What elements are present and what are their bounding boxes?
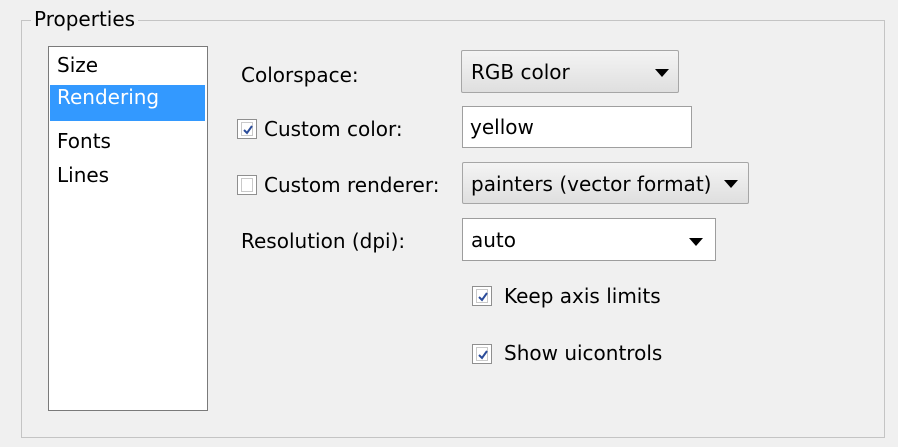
chevron-down-icon — [724, 180, 738, 188]
checkmark-icon — [476, 347, 488, 361]
custom-renderer-value: painters (vector format) — [471, 172, 712, 196]
show-uicontrols-label[interactable]: Show uicontrols — [504, 341, 662, 365]
list-item-lines[interactable]: Lines — [50, 163, 205, 199]
checkmark-icon — [241, 122, 253, 136]
custom-color-label[interactable]: Custom color: — [264, 117, 403, 141]
resolution-dropdown[interactable]: auto — [462, 218, 716, 261]
custom-color-field[interactable]: yellow — [462, 106, 692, 148]
resolution-value: auto — [471, 228, 517, 252]
colorspace-dropdown[interactable]: RGB color — [461, 50, 679, 93]
custom-renderer-dropdown[interactable]: painters (vector format) — [462, 162, 749, 204]
keep-axis-limits-label[interactable]: Keep axis limits — [504, 284, 661, 308]
resolution-label: Resolution (dpi): — [241, 229, 406, 253]
list-item-fonts[interactable]: Fonts — [50, 129, 205, 165]
chevron-down-icon — [689, 238, 703, 246]
keep-axis-limits-checkbox[interactable] — [472, 286, 492, 306]
checkbox-box-icon — [241, 178, 253, 192]
custom-color-value: yellow — [470, 115, 534, 139]
colorspace-value: RGB color — [471, 60, 570, 84]
group-title: Properties — [31, 7, 139, 31]
list-item-rendering[interactable]: Rendering — [50, 85, 205, 121]
custom-renderer-checkbox[interactable] — [237, 175, 257, 195]
custom-renderer-label[interactable]: Custom renderer: — [264, 173, 439, 197]
colorspace-label: Colorspace: — [241, 63, 359, 87]
chevron-down-icon — [655, 69, 669, 77]
checkmark-icon — [476, 289, 488, 303]
list-item-size[interactable]: Size — [50, 53, 205, 89]
properties-list[interactable]: Size Rendering Fonts Lines — [48, 46, 208, 411]
custom-color-checkbox[interactable] — [237, 119, 257, 139]
show-uicontrols-checkbox[interactable] — [472, 344, 492, 364]
